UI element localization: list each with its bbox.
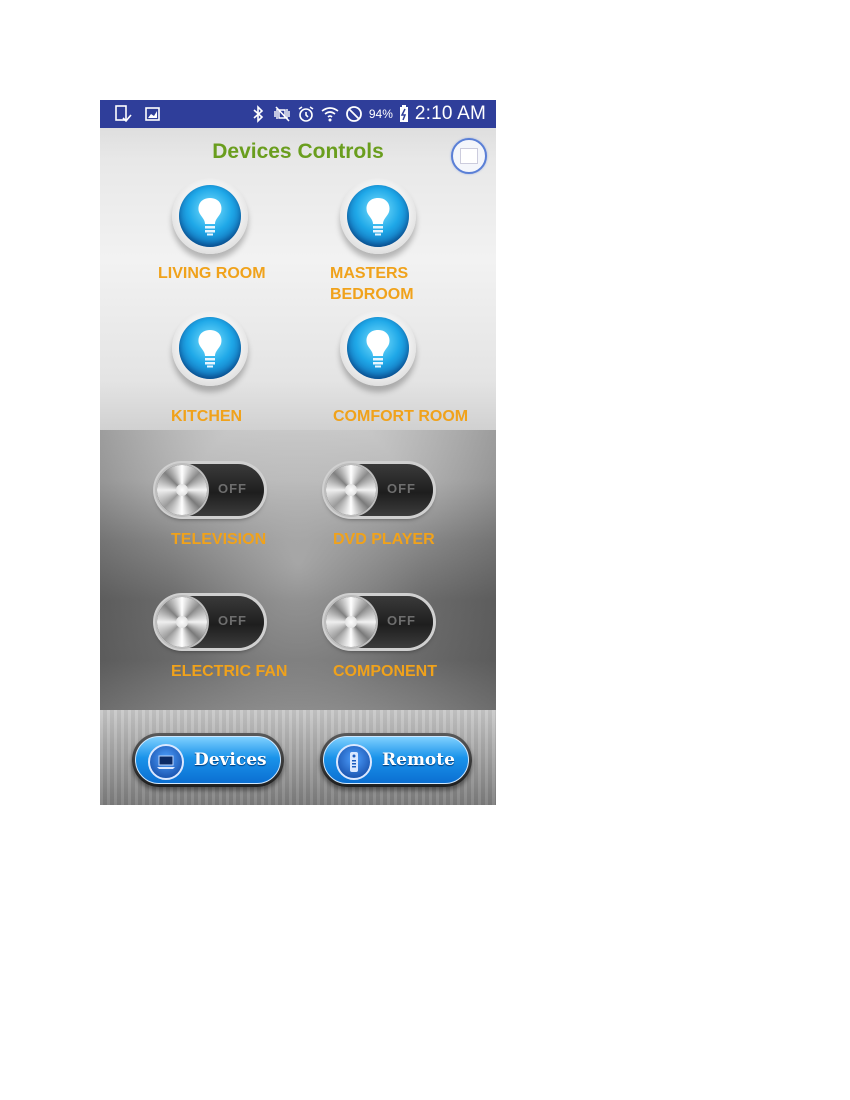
status-bar: 94% 2:10 AM <box>100 100 496 128</box>
devices-button[interactable]: Devices <box>132 733 284 787</box>
battery-percent: 94% <box>368 107 393 121</box>
remote-button-label: Remote <box>382 750 455 770</box>
vibrate-off-icon <box>274 106 290 122</box>
user-avatar-icon[interactable] <box>451 138 487 174</box>
switch-television[interactable]: OFF <box>156 464 264 516</box>
switch-label-electric-fan: ELECTRIC FAN <box>171 663 288 680</box>
battery-charging-icon <box>399 105 408 122</box>
lightbulb-icon <box>366 198 390 236</box>
devices-button-label: Devices <box>194 750 267 770</box>
block-icon <box>345 106 362 122</box>
switch-state: OFF <box>387 481 416 496</box>
page-title: Devices Controls <box>212 140 384 163</box>
lightbulb-icon <box>198 198 222 236</box>
bluetooth-icon <box>253 105 264 123</box>
switch-knob <box>157 597 207 647</box>
clock: 2:10 AM <box>414 103 486 124</box>
switch-electric-fan[interactable]: OFF <box>156 596 264 648</box>
switch-state: OFF <box>218 481 247 496</box>
light-toggle-comfort-room[interactable] <box>340 310 416 386</box>
switch-knob <box>326 465 376 515</box>
switch-label-dvd-player: DVD PLAYER <box>333 531 435 548</box>
remote-control-icon <box>336 744 372 780</box>
light-label-comfort-room: COMFORT ROOM <box>333 408 469 425</box>
switch-dvd-player[interactable]: OFF <box>325 464 433 516</box>
switch-state: OFF <box>218 613 247 628</box>
lightbulb-icon <box>198 330 222 368</box>
switch-label-component: COMPONENT <box>333 663 437 680</box>
light-toggle-kitchen[interactable] <box>172 310 248 386</box>
tablet-check-icon <box>115 105 132 123</box>
image-icon <box>145 107 160 121</box>
switch-knob <box>157 465 207 515</box>
switch-component[interactable]: OFF <box>325 596 433 648</box>
light-label-living-room: LIVING ROOM <box>158 265 266 282</box>
laptop-icon <box>148 744 184 780</box>
light-label-kitchen: KITCHEN <box>171 408 243 425</box>
light-toggle-masters-bedroom[interactable] <box>340 178 416 254</box>
light-toggle-living-room[interactable] <box>172 178 248 254</box>
app-screen: 94% 2:10 AM Devices Controls LIVING ROOM <box>100 100 496 805</box>
lightbulb-icon <box>366 330 390 368</box>
switch-state: OFF <box>387 613 416 628</box>
switch-knob <box>326 597 376 647</box>
remote-button[interactable]: Remote <box>320 733 472 787</box>
light-label-masters-bedroom: MASTERS BEDROOM <box>330 265 414 303</box>
alarm-icon <box>298 106 314 122</box>
wifi-icon <box>321 107 339 122</box>
switch-label-television: TELEVISION <box>171 531 267 548</box>
